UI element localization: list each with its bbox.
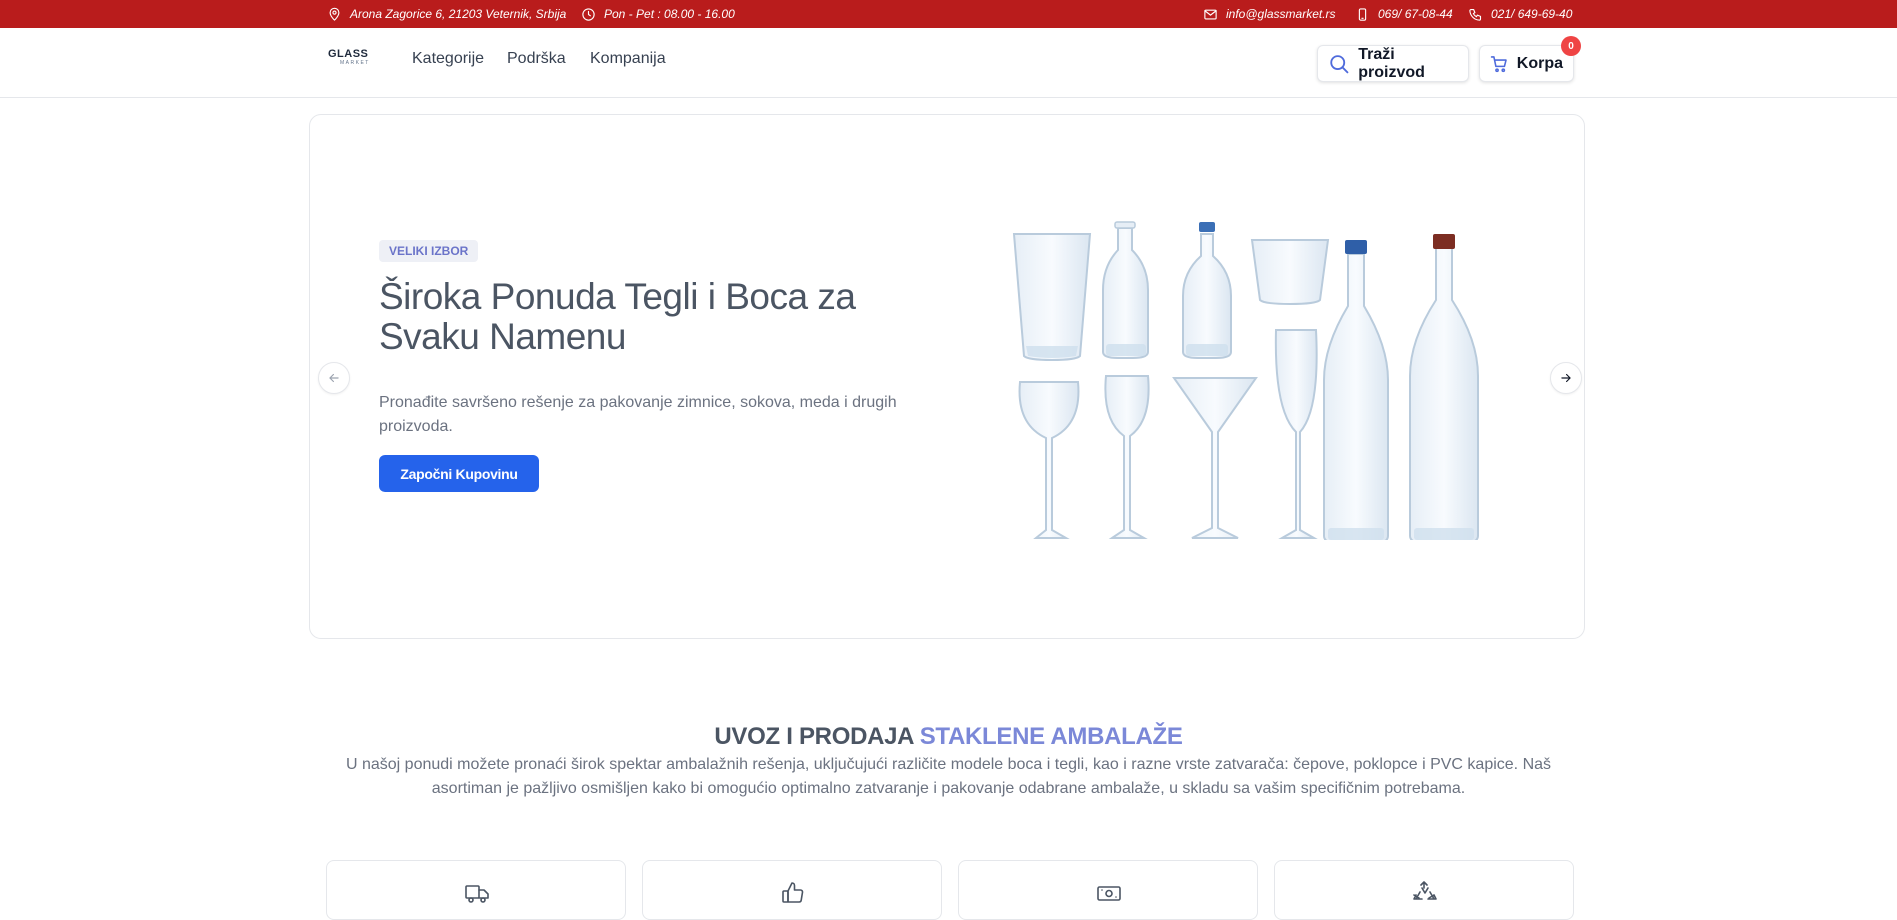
site-logo[interactable]: GLASS MARKET	[328, 48, 376, 76]
email-text[interactable]: info@glassmarket.rs	[1226, 7, 1336, 21]
address-info: Arona Zagorice 6, 21203 Veternik, Srbija	[327, 0, 566, 28]
map-pin-icon	[329, 7, 340, 21]
phone-link[interactable]: 021/ 649-69-40	[1468, 0, 1572, 28]
carousel-next-button[interactable]	[1550, 362, 1582, 394]
search-product-button[interactable]: Traži proizvod	[1317, 45, 1469, 82]
start-shopping-button[interactable]: Započni Kupovinu	[379, 455, 539, 492]
cart-button[interactable]: Korpa 0	[1479, 36, 1581, 82]
feature-card-quality	[642, 860, 942, 920]
cart-icon	[1490, 55, 1507, 72]
logo-text: GLASS	[328, 48, 369, 60]
hero-tag: VELIKI IZBOR	[379, 240, 479, 262]
address-text: Arona Zagorice 6, 21203 Veternik, Srbija	[350, 7, 567, 21]
section-heading: UVOZ I PRODAJA STAKLENE AMBALAŽE	[0, 723, 1897, 751]
hours-info: Pon - Pet : 08.00 - 16.00	[581, 0, 735, 28]
main-navbar: GLASS MARKET Kategorije Podrška Kompanij…	[0, 28, 1897, 98]
search-button-label: Traži proizvod	[1358, 45, 1425, 81]
phone-text[interactable]: 021/ 649-69-40	[1491, 7, 1572, 21]
nav-link-podrska[interactable]: Podrška	[507, 50, 566, 68]
logo-subtext: MARKET	[340, 60, 370, 66]
cart-count-badge: 0	[1561, 36, 1581, 56]
section-heading-accent: STAKLENE AMBALAŽE	[919, 723, 1183, 750]
feature-card-recycle	[1274, 860, 1574, 920]
hero-description: Pronađite savršeno rešenje za pakovanje …	[379, 394, 897, 435]
recycle-icon	[1413, 881, 1437, 900]
mobile-icon	[1358, 7, 1367, 21]
thumbs-up-icon	[782, 882, 804, 903]
feature-card-delivery	[326, 860, 626, 920]
carousel-prev-button[interactable]	[318, 362, 350, 394]
nav-link-kompanija[interactable]: Kompanija	[590, 50, 666, 68]
hero-title: Široka Ponuda Tegli i Boca za Svaku Name…	[379, 276, 856, 357]
arrow-left-icon	[329, 373, 339, 383]
search-icon	[1330, 54, 1349, 73]
phone-icon	[1469, 8, 1482, 21]
clock-icon	[582, 7, 595, 21]
feature-card-price	[958, 860, 1258, 920]
cart-button-label: Korpa	[1516, 54, 1563, 72]
section-heading-main: UVOZ I PRODAJA	[714, 723, 914, 750]
arrow-right-icon	[1561, 373, 1571, 383]
section-description: U našoj ponudi možete pronaći širok spek…	[345, 756, 1552, 797]
mail-icon	[1204, 9, 1217, 19]
money-icon	[1097, 886, 1121, 901]
hero-carousel: VELIKI IZBOR Široka Ponuda Tegli i Boca …	[309, 114, 1585, 639]
glassware-illustration	[1012, 221, 1479, 540]
mobile-text[interactable]: 069/ 67-08-44	[1378, 7, 1453, 21]
hours-text: Pon - Pet : 08.00 - 16.00	[604, 7, 735, 21]
truck-icon	[465, 885, 489, 903]
nav-link-kategorije[interactable]: Kategorije	[412, 50, 484, 68]
top-contact-bar: Arona Zagorice 6, 21203 Veternik, Srbija…	[0, 0, 1897, 28]
mobile-link[interactable]: 069/ 67-08-44	[1355, 0, 1453, 28]
email-link[interactable]: info@glassmarket.rs	[1203, 0, 1336, 28]
